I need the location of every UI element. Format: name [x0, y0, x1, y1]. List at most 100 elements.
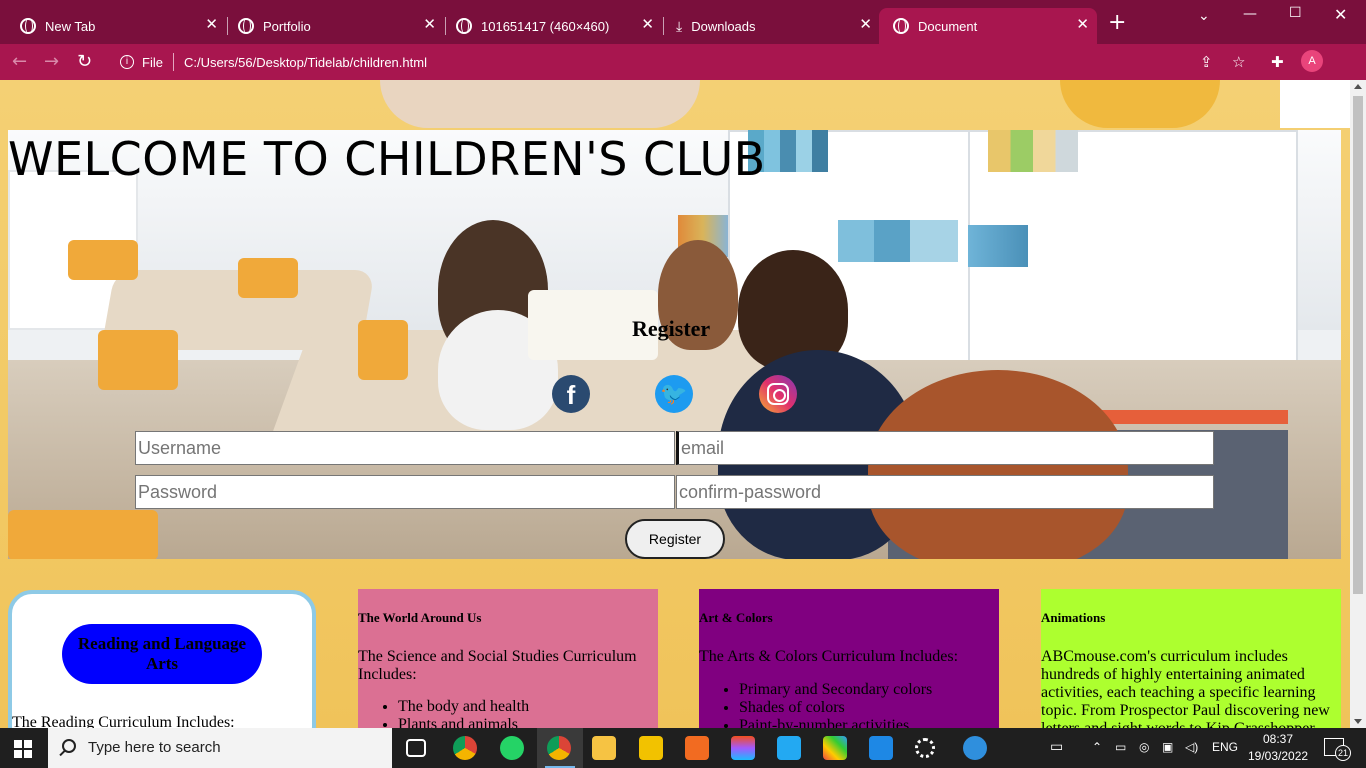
classroom-hero-image: WELCOME TO CHILDREN'S CLUB Register f 🐦 …	[8, 130, 1341, 559]
tablet-mode-icon[interactable]: ▭	[1050, 738, 1063, 755]
maximize-button[interactable]: ☐	[1289, 5, 1302, 21]
notification-center-icon[interactable]: 21	[1324, 738, 1351, 761]
animations-card-intro: ABCmouse.com's curriculum includes hundr…	[1041, 648, 1330, 728]
globe-icon	[893, 18, 909, 34]
scroll-down-arrow-icon[interactable]	[1354, 719, 1362, 724]
tab-downloads[interactable]: ⤓ Downloads ✕	[654, 8, 880, 44]
back-button[interactable]: ←	[12, 51, 27, 72]
books	[968, 225, 1028, 267]
globe-icon	[238, 18, 254, 34]
email-field[interactable]	[676, 431, 1214, 465]
tab-search-icon[interactable]: ⌄	[1198, 8, 1210, 24]
language-indicator[interactable]: ENG	[1212, 740, 1238, 754]
media-player-icon[interactable]	[869, 736, 893, 760]
system-clock[interactable]: 08:37 19/03/2022	[1248, 731, 1308, 765]
scheme-label: File	[142, 54, 163, 70]
tab-image[interactable]: 101651417 (460×460) ✕	[436, 8, 662, 44]
facebook-icon[interactable]: f	[552, 375, 590, 413]
scroll-up-arrow-icon[interactable]	[1354, 84, 1362, 89]
vscode-icon[interactable]	[777, 736, 801, 760]
list-item: Primary and Secondary colors	[739, 681, 999, 699]
settings-gear-icon[interactable]	[915, 738, 935, 758]
device-icon[interactable]: ▣	[1162, 740, 1173, 754]
download-icon: ⤓	[676, 17, 683, 34]
reload-button[interactable]: ↻	[77, 51, 92, 72]
password-field[interactable]	[135, 475, 675, 509]
battery-icon[interactable]: ▭	[1115, 740, 1126, 754]
chair	[98, 330, 178, 390]
help-icon[interactable]	[963, 736, 987, 760]
close-tab-icon[interactable]: ✕	[205, 17, 218, 33]
tab-portfolio[interactable]: Portfolio ✕	[218, 8, 444, 44]
chair	[68, 240, 138, 280]
taskbar-search-placeholder: Type here to search	[88, 739, 221, 756]
tab-label: Portfolio	[263, 18, 311, 34]
page-title: WELCOME TO CHILDREN'S CLUB	[8, 132, 766, 186]
info-icon[interactable]: i	[120, 55, 134, 69]
instagram-icon[interactable]	[759, 375, 797, 413]
username-field[interactable]	[135, 431, 675, 465]
app-diamond-icon[interactable]	[823, 736, 847, 760]
minimize-button[interactable]: —	[1243, 6, 1257, 22]
books	[838, 220, 958, 262]
close-tab-icon[interactable]: ✕	[1076, 17, 1089, 33]
omnibox[interactable]: i File C:/Users/56/Desktop/Tidelab/child…	[108, 48, 1258, 76]
tab-new-tab[interactable]: New Tab ✕	[0, 8, 226, 44]
windows-start-icon[interactable]	[14, 740, 32, 758]
task-view-icon[interactable]	[406, 739, 426, 757]
art-card-intro: The Arts & Colors Curriculum Includes:	[699, 648, 959, 665]
instagram-camera-glyph	[767, 383, 789, 405]
list-item: Shades of colors	[739, 699, 999, 717]
url-text[interactable]: C:/Users/56/Desktop/Tidelab/children.htm…	[184, 55, 427, 70]
reading-card: Reading and Language Arts The Reading Cu…	[8, 590, 316, 728]
chrome-profile-taskbar-icon[interactable]	[547, 736, 571, 760]
address-toolbar: ← → ↻ i File C:/Users/56/Desktop/Tidelab…	[0, 44, 1366, 107]
art-card-heading: Art & Colors	[699, 610, 773, 625]
world-card-list: The body and health Plants and animals	[358, 698, 658, 728]
background-decoration	[380, 80, 700, 128]
world-card-heading: The World Around Us	[358, 610, 482, 625]
clock-date: 19/03/2022	[1248, 749, 1309, 763]
browser-tab-strip: New Tab ✕ Portfolio ✕ 101651417 (460×460…	[0, 0, 1366, 44]
windows-taskbar: Type here to search ▭ ⌃ ▭ ◎ ▣ ◁) ENG 08:…	[0, 728, 1366, 768]
new-tab-button[interactable]: +	[1108, 12, 1126, 34]
background-decoration	[1060, 80, 1220, 128]
chair	[358, 320, 408, 380]
profile-avatar[interactable]: A	[1301, 50, 1323, 72]
page-scrollbar[interactable]	[1350, 80, 1366, 728]
volume-icon[interactable]: ◁)	[1185, 740, 1198, 754]
file-explorer-icon[interactable]	[592, 736, 616, 760]
world-card-intro: The Science and Social Studies Curriculu…	[358, 648, 637, 683]
tab-label: Document	[918, 18, 978, 34]
reading-card-title[interactable]: Reading and Language Arts	[62, 624, 262, 684]
globe-icon	[456, 18, 472, 34]
register-heading: Register	[632, 316, 711, 341]
chrome-taskbar-icon[interactable]	[453, 736, 477, 760]
page-viewport: WELCOME TO CHILDREN'S CLUB Register f 🐦 …	[0, 80, 1350, 728]
twitter-icon[interactable]: 🐦	[655, 375, 693, 413]
bookmark-star-icon[interactable]: ☆	[1232, 53, 1245, 71]
confirm-password-field[interactable]	[676, 475, 1214, 509]
forward-button[interactable]: →	[44, 51, 59, 72]
art-card: Art & Colors The Arts & Colors Curriculu…	[699, 589, 999, 728]
close-tab-icon[interactable]: ✕	[423, 17, 436, 33]
extensions-icon[interactable]: ✚	[1271, 53, 1284, 71]
app-m-icon[interactable]	[639, 736, 663, 760]
close-window-button[interactable]: ✕	[1334, 5, 1347, 24]
close-tab-icon[interactable]: ✕	[859, 17, 872, 33]
books	[988, 130, 1078, 172]
figma-icon[interactable]	[731, 736, 755, 760]
app-box-icon[interactable]	[685, 736, 709, 760]
search-icon	[62, 739, 76, 753]
network-globe-icon[interactable]: ◎	[1139, 740, 1149, 754]
omnibox-divider	[172, 53, 174, 71]
scroll-thumb[interactable]	[1353, 96, 1363, 594]
share-icon[interactable]: ⇪	[1200, 53, 1213, 71]
register-button[interactable]: Register	[625, 519, 725, 559]
show-hidden-icons-chevron-icon[interactable]: ⌃	[1092, 740, 1102, 754]
art-card-list: Primary and Secondary colors Shades of c…	[699, 681, 999, 728]
close-tab-icon[interactable]: ✕	[641, 17, 654, 33]
tab-document[interactable]: Document ✕	[879, 8, 1097, 44]
taskbar-search-box[interactable]: Type here to search	[48, 728, 392, 768]
whatsapp-icon[interactable]	[500, 736, 524, 760]
